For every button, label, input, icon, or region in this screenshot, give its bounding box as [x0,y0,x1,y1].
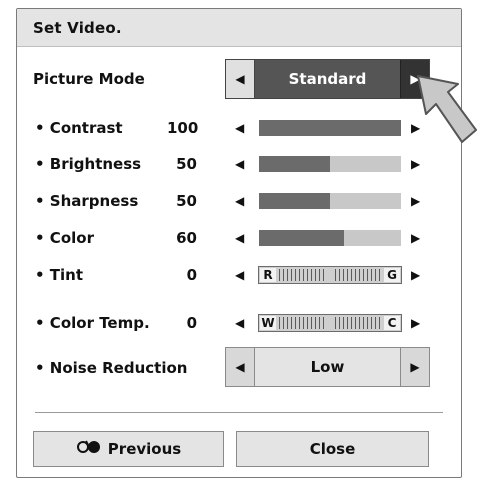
right-arrow-icon: ▶ [411,268,421,282]
color-slider[interactable] [259,230,401,246]
left-arrow-icon: ◀ [235,316,245,330]
previous-button-label: Previous [107,440,182,458]
picture-mode-prev-button[interactable]: ◀ [226,60,255,98]
brightness-value: 50 [176,155,197,173]
sharpness-increase-button[interactable]: ▶ [411,195,420,207]
color-value: 60 [176,229,197,247]
pointer-cursor [417,75,477,143]
brightness-label: • Brightness [35,155,142,173]
picture-mode-label: Picture Mode [33,70,145,88]
left-arrow-icon: ◀ [235,268,245,282]
sharpness-decrease-button[interactable]: ◀ [235,195,244,207]
contrast-slider-fill [259,120,401,136]
noise-reduction-selector[interactable]: ◀ Low ▶ [225,347,430,387]
tint-left-end-label: R [260,268,276,282]
right-arrow-icon: ▶ [411,231,421,245]
left-arrow-icon: ◀ [235,360,245,374]
previous-button[interactable]: Previous [33,431,224,467]
color-temp-right-end-label: C [384,316,400,330]
tint-value: 0 [186,266,197,284]
picture-mode-selector[interactable]: ◀ Standard ▶ [225,59,430,99]
color-temp-left-end-label: W [260,316,276,330]
tint-decrease-button[interactable]: ◀ [235,269,244,281]
set-video-dialog: Set Video. Picture Mode ◀ Standard ▶ • C… [16,8,462,478]
noise-reduction-prev-button[interactable]: ◀ [226,348,255,386]
color-label: • Color [35,229,94,247]
brightness-decrease-button[interactable]: ◀ [235,158,244,170]
contrast-slider[interactable] [259,120,401,136]
color-temp-increase-button[interactable]: ▶ [411,317,420,329]
color-temp-slider-indicator [327,317,333,329]
sharpness-label: • Sharpness [35,192,139,210]
divider [35,412,443,413]
color-temp-decrease-button[interactable]: ◀ [235,317,244,329]
brightness-slider[interactable] [259,156,401,172]
contrast-decrease-button[interactable]: ◀ [235,122,244,134]
right-arrow-icon: ▶ [411,194,421,208]
contrast-label: • Contrast [35,119,123,137]
noise-reduction-value: Low [310,358,345,376]
color-slider-fill [259,230,345,246]
left-arrow-icon: ◀ [235,121,245,135]
brightness-slider-fill [259,156,330,172]
sharpness-slider[interactable] [259,193,401,209]
tint-increase-button[interactable]: ▶ [411,269,420,281]
noise-reduction-next-button[interactable]: ▶ [400,348,429,386]
contrast-value: 100 [167,119,199,137]
color-temp-label: • Color Temp. [35,314,150,332]
tint-slider[interactable]: R G [258,266,402,284]
tint-label: • Tint [35,266,84,284]
dialog-title: Set Video. [33,19,122,37]
color-temp-value: 0 [186,314,197,332]
tint-slider-indicator [327,269,333,281]
left-arrow-icon: ◀ [235,157,245,171]
back-icon [76,433,102,467]
right-arrow-icon: ▶ [411,316,421,330]
sharpness-value: 50 [176,192,197,210]
close-button[interactable]: Close [236,431,429,467]
left-arrow-icon: ◀ [235,72,245,86]
left-arrow-icon: ◀ [235,231,245,245]
tint-right-end-label: G [384,268,400,282]
color-decrease-button[interactable]: ◀ [235,232,244,244]
sharpness-slider-fill [259,193,330,209]
noise-reduction-label: • Noise Reduction [35,359,188,377]
color-increase-button[interactable]: ▶ [411,232,420,244]
right-arrow-icon: ▶ [410,360,420,374]
left-arrow-icon: ◀ [235,194,245,208]
color-temp-slider[interactable]: W C [258,314,402,332]
dialog-titlebar: Set Video. [17,9,461,47]
close-button-label: Close [309,440,356,458]
picture-mode-value: Standard [288,70,367,88]
